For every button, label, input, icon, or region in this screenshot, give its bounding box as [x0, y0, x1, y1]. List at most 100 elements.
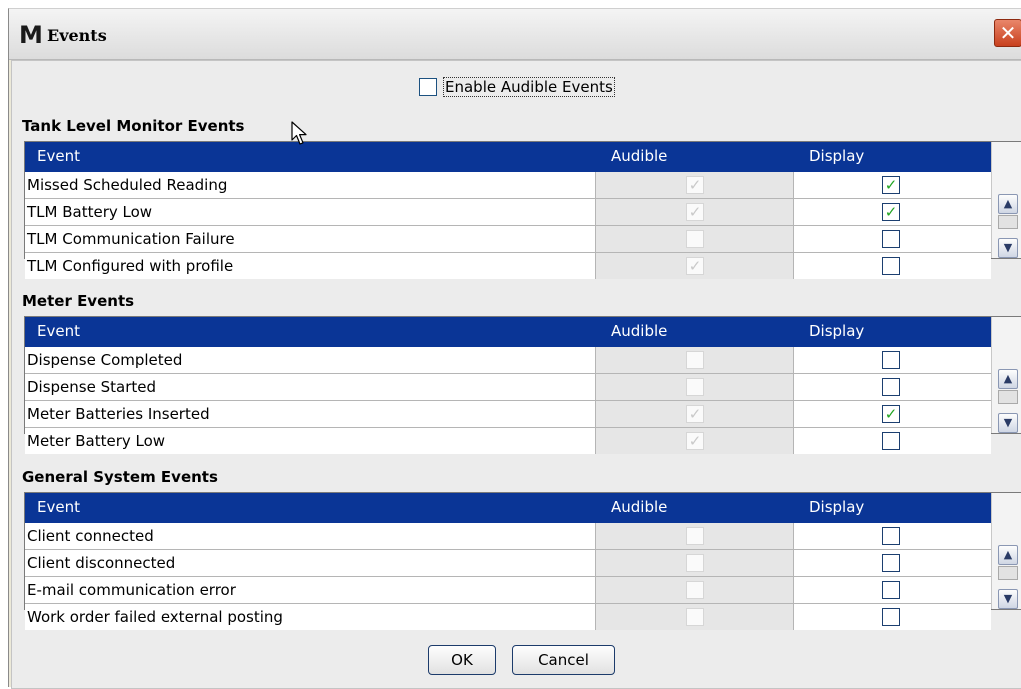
audible-checkbox: ✓	[686, 405, 704, 423]
window-title: Events	[47, 26, 107, 45]
display-checkbox[interactable]	[882, 257, 900, 275]
event-name: Work order failed external posting	[25, 604, 596, 630]
table-row[interactable]: Client disconnected	[25, 550, 991, 577]
table-row[interactable]: Meter Battery Low ✓	[25, 428, 991, 455]
table-header: Event Audible Display	[25, 493, 991, 523]
table-row[interactable]: Meter Batteries Inserted ✓ ✓	[25, 401, 991, 428]
audible-cell	[596, 347, 794, 373]
event-name: Meter Batteries Inserted	[25, 401, 596, 427]
audible-checkbox: ✓	[686, 176, 704, 194]
scroll-up-icon[interactable]: ▲	[998, 194, 1018, 214]
ok-button[interactable]: OK	[428, 645, 496, 675]
table-row[interactable]: Dispense Started	[25, 374, 991, 401]
event-name: TLM Battery Low	[25, 199, 596, 225]
table-row[interactable]: Client connected	[25, 523, 991, 550]
section-title-tank-level-monitor: Tank Level Monitor Events	[22, 117, 245, 135]
audible-cell: ✓	[596, 253, 794, 279]
event-name: Meter Battery Low	[25, 428, 596, 454]
display-checkbox[interactable]: ✓	[882, 176, 900, 194]
display-checkbox[interactable]	[882, 608, 900, 626]
table-header: Event Audible Display	[25, 317, 991, 347]
display-checkbox[interactable]	[882, 230, 900, 248]
table-body: Missed Scheduled Reading ✓ ✓ TLM Battery…	[25, 172, 991, 280]
event-name: Client connected	[25, 523, 596, 549]
table-body: Client connected Client disconnected E-m…	[25, 523, 991, 631]
enable-audible-checkbox[interactable]	[419, 78, 437, 96]
table-row[interactable]: Dispense Completed	[25, 347, 991, 374]
audible-checkbox: ✓	[686, 432, 704, 450]
table-row[interactable]: TLM Battery Low ✓ ✓	[25, 199, 991, 226]
scroll-down-icon[interactable]: ▼	[998, 238, 1018, 258]
audible-cell	[596, 604, 794, 630]
column-header-event[interactable]: Event	[37, 322, 80, 340]
display-cell	[794, 577, 991, 603]
close-button[interactable]: ✕	[994, 19, 1021, 47]
table-row[interactable]: Missed Scheduled Reading ✓ ✓	[25, 172, 991, 199]
scroll-down-icon[interactable]: ▼	[998, 413, 1018, 433]
column-header-audible[interactable]: Audible	[611, 498, 667, 516]
audible-checkbox	[686, 581, 704, 599]
audible-cell	[596, 374, 794, 400]
audible-cell: ✓	[596, 401, 794, 427]
enable-audible-label[interactable]: Enable Audible Events	[443, 77, 615, 97]
table-header: Event Audible Display	[25, 142, 991, 172]
scroll-thumb[interactable]	[998, 390, 1018, 404]
audible-checkbox	[686, 378, 704, 396]
event-name: Client disconnected	[25, 550, 596, 576]
display-cell	[794, 523, 991, 549]
display-checkbox[interactable]	[882, 351, 900, 369]
audible-cell: ✓	[596, 199, 794, 225]
column-header-event[interactable]: Event	[37, 147, 80, 165]
column-header-event[interactable]: Event	[37, 498, 80, 516]
display-checkbox[interactable]	[882, 581, 900, 599]
display-checkbox[interactable]	[882, 527, 900, 545]
scroll-thumb[interactable]	[998, 566, 1018, 580]
event-name: Missed Scheduled Reading	[25, 172, 596, 198]
display-checkbox[interactable]	[882, 554, 900, 572]
table-row[interactable]: Work order failed external posting	[25, 604, 991, 631]
table-row[interactable]: TLM Configured with profile ✓	[25, 253, 991, 280]
column-header-audible[interactable]: Audible	[611, 322, 667, 340]
scrollbar[interactable]: ▲ ▼	[991, 142, 1021, 258]
audible-cell: ✓	[596, 428, 794, 454]
scrollbar[interactable]: ▲ ▼	[991, 493, 1021, 609]
column-header-audible[interactable]: Audible	[611, 147, 667, 165]
display-cell	[794, 604, 991, 630]
event-name: Dispense Completed	[25, 347, 596, 373]
table-row[interactable]: TLM Communication Failure	[25, 226, 991, 253]
audible-cell	[596, 550, 794, 576]
display-cell	[794, 428, 991, 454]
table-body: Dispense Completed Dispense Started Mete…	[25, 347, 991, 455]
display-checkbox[interactable]	[882, 378, 900, 396]
display-cell: ✓	[794, 401, 991, 427]
display-cell: ✓	[794, 199, 991, 225]
scroll-thumb[interactable]	[998, 215, 1018, 229]
scroll-up-icon[interactable]: ▲	[998, 369, 1018, 389]
scrollbar[interactable]: ▲ ▼	[991, 317, 1021, 433]
display-cell	[794, 374, 991, 400]
column-header-display[interactable]: Display	[809, 147, 864, 165]
scroll-up-icon[interactable]: ▲	[998, 545, 1018, 565]
app-logo-icon: M	[19, 21, 43, 49]
mouse-pointer-icon	[291, 121, 307, 145]
scroll-down-icon[interactable]: ▼	[998, 589, 1018, 609]
display-checkbox[interactable]	[882, 432, 900, 450]
table-row[interactable]: E-mail communication error	[25, 577, 991, 604]
audible-checkbox	[686, 527, 704, 545]
events-table-tank-level-monitor: Event Audible Display Missed Scheduled R…	[24, 141, 1021, 279]
display-cell: ✓	[794, 172, 991, 198]
display-cell	[794, 550, 991, 576]
column-header-display[interactable]: Display	[809, 322, 864, 340]
audible-cell	[596, 226, 794, 252]
enable-audible-events[interactable]: Enable Audible Events	[419, 77, 615, 97]
display-checkbox[interactable]: ✓	[882, 203, 900, 221]
audible-cell: ✓	[596, 172, 794, 198]
display-cell	[794, 226, 991, 252]
section-title-general-system-events: General System Events	[22, 468, 218, 486]
display-checkbox[interactable]: ✓	[882, 405, 900, 423]
events-table-meter: Event Audible Display Dispense Completed…	[24, 316, 1021, 454]
cancel-button[interactable]: Cancel	[512, 645, 615, 675]
display-cell	[794, 253, 991, 279]
column-header-display[interactable]: Display	[809, 498, 864, 516]
audible-checkbox	[686, 230, 704, 248]
